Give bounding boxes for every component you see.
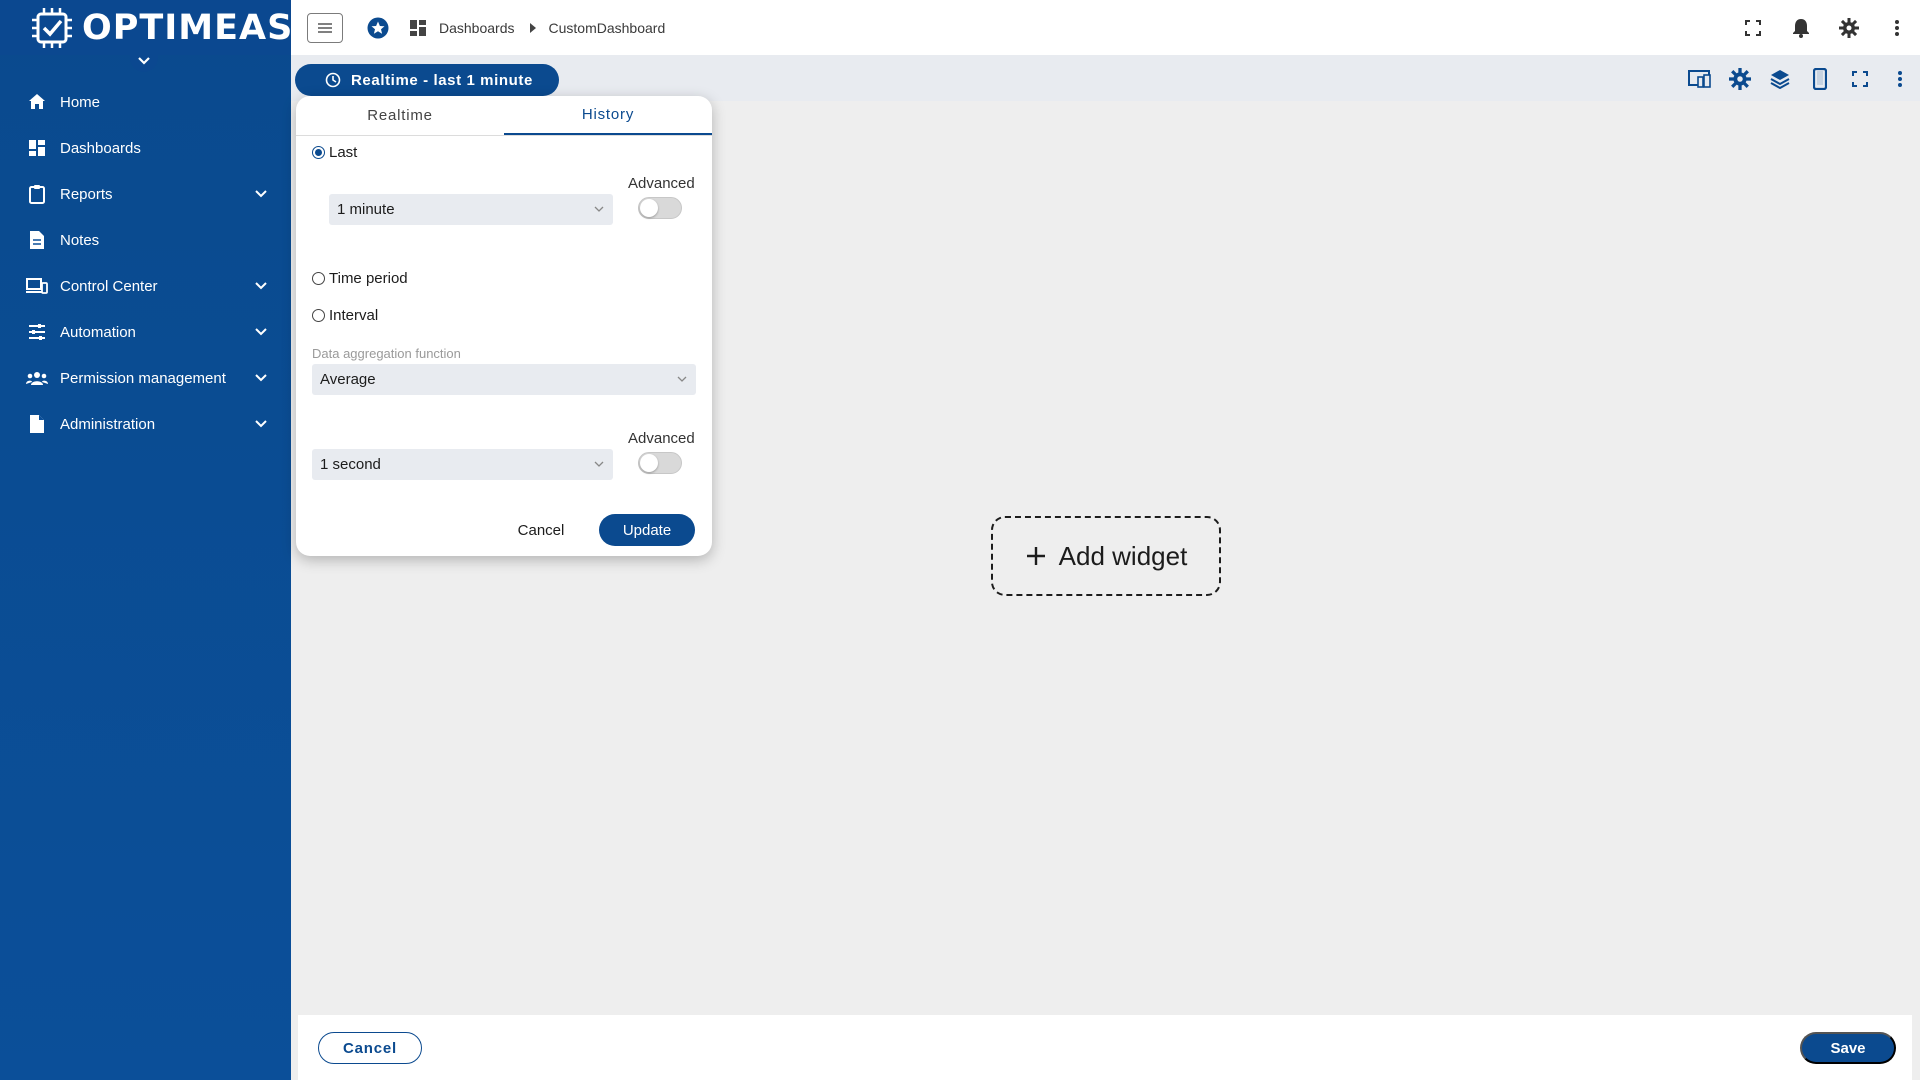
- home-icon: [26, 91, 48, 113]
- advanced-toggle-2[interactable]: [638, 452, 682, 474]
- advanced-label: Advanced: [628, 430, 695, 447]
- dashboard-settings-gear-icon[interactable]: [1726, 65, 1754, 93]
- chevron-down-icon: [255, 282, 267, 290]
- logo[interactable]: OPTIMEAS: [0, 0, 294, 55]
- sidebar-item-label: Administration: [60, 415, 156, 433]
- aggregation-value: Average: [320, 371, 376, 388]
- sidebar-item-control-center[interactable]: Control Center: [0, 263, 291, 309]
- radio-interval-label: Interval: [329, 307, 379, 324]
- save-button[interactable]: Save: [1800, 1032, 1896, 1064]
- tab-history[interactable]: History: [504, 96, 712, 135]
- radio-last[interactable]: [312, 146, 325, 159]
- more-vertical-icon[interactable]: [1886, 17, 1908, 39]
- chevron-down-icon: [677, 376, 687, 382]
- dashboard-icon: [409, 19, 427, 37]
- sidebar-item-label: Control Center: [60, 277, 158, 295]
- chevron-down-icon: [255, 420, 267, 428]
- advanced-toggle[interactable]: [638, 197, 682, 219]
- sidebar-item-label: Reports: [60, 185, 113, 203]
- plus-icon: [1026, 547, 1045, 565]
- breadcrumb-dashboards[interactable]: Dashboards: [439, 20, 515, 36]
- radio-last-label: Last: [329, 144, 358, 161]
- chevron-down-icon: [138, 57, 150, 65]
- chevron-down-icon: [594, 461, 604, 467]
- sidebar: OPTIMEAS Home Dashboards Reports Notes C…: [0, 0, 294, 1080]
- dashboard-tools: [1686, 65, 1914, 93]
- last-duration-select[interactable]: 1 minute: [329, 194, 613, 225]
- time-window-button[interactable]: Realtime - last 1 minute: [295, 64, 559, 96]
- popup-update-button[interactable]: Update: [599, 514, 695, 546]
- document-icon: [26, 413, 48, 435]
- grouping-interval-select[interactable]: 1 second: [312, 449, 613, 480]
- aggregation-select[interactable]: Average: [312, 364, 696, 395]
- popup-cancel-button[interactable]: Cancel: [506, 514, 576, 546]
- sidebar-item-administration[interactable]: Administration: [0, 401, 291, 447]
- sidebar-nav: Home Dashboards Reports Notes Control Ce…: [0, 79, 291, 447]
- sidebar-item-label: Automation: [60, 323, 136, 341]
- chevron-down-icon: [255, 190, 267, 198]
- logo-text: OPTIMEAS: [82, 7, 294, 48]
- dashboard-toolbar: Realtime - last 1 minute: [291, 55, 1920, 101]
- breadcrumb-custom-dashboard: CustomDashboard: [548, 19, 666, 36]
- users-icon: [26, 367, 48, 389]
- sidebar-item-label: Home: [60, 93, 101, 111]
- tab-realtime[interactable]: Realtime: [296, 96, 504, 135]
- add-widget-label: Add widget: [1058, 540, 1188, 571]
- top-bar: Dashboards CustomDashboard: [291, 0, 1920, 55]
- mobile-layout-icon[interactable]: [1806, 65, 1834, 93]
- footer-bar: Cancel Save: [298, 1015, 1912, 1080]
- radio-interval[interactable]: [312, 309, 325, 322]
- fullscreen-icon[interactable]: [1742, 17, 1764, 39]
- sidebar-item-label: Notes: [60, 231, 100, 249]
- add-widget-button[interactable]: Add widget: [991, 516, 1221, 596]
- bell-icon[interactable]: [1790, 17, 1812, 39]
- dashboard-icon: [26, 137, 48, 159]
- radio-interval-row[interactable]: Interval: [312, 307, 378, 324]
- layers-icon[interactable]: [1766, 65, 1794, 93]
- favorite-star-icon[interactable]: [367, 17, 389, 39]
- fullscreen-icon[interactable]: [1846, 65, 1874, 93]
- radio-time-period-label: Time period: [329, 270, 408, 287]
- chevron-down-icon: [255, 374, 267, 382]
- note-icon: [26, 229, 48, 251]
- sidebar-item-automation[interactable]: Automation: [0, 309, 291, 355]
- menu-toggle-button[interactable]: [307, 12, 343, 43]
- gear-icon[interactable]: [1838, 17, 1860, 39]
- caret-right-icon: [529, 22, 536, 33]
- time-window-tabs: Realtime History: [296, 96, 712, 136]
- collapse-sidebar-toggle[interactable]: [130, 50, 158, 72]
- radio-time-period[interactable]: [312, 272, 325, 285]
- clipboard-icon: [26, 183, 48, 205]
- sidebar-item-dashboards[interactable]: Dashboards: [0, 125, 291, 171]
- time-window-label: Realtime - last 1 minute: [351, 71, 533, 89]
- sidebar-item-reports[interactable]: Reports: [0, 171, 291, 217]
- advanced-label: Advanced: [628, 175, 695, 192]
- sidebar-item-notes[interactable]: Notes: [0, 217, 291, 263]
- top-actions: [1742, 0, 1908, 55]
- grouping-interval-value: 1 second: [320, 456, 381, 473]
- sidebar-item-permission-management[interactable]: Permission management: [0, 355, 291, 401]
- time-window-popup: Realtime History Last Advanced 1 minute …: [296, 96, 712, 556]
- radio-last-row[interactable]: Last: [312, 144, 357, 161]
- sidebar-item-label: Dashboards: [60, 139, 141, 157]
- radio-time-period-row[interactable]: Time period: [312, 270, 408, 287]
- hamburger-icon: [318, 22, 332, 33]
- sliders-icon: [26, 321, 48, 343]
- aggregation-label: Data aggregation function: [312, 346, 461, 361]
- cancel-button[interactable]: Cancel: [318, 1032, 422, 1064]
- clock-icon: [325, 72, 341, 88]
- last-duration-value: 1 minute: [337, 201, 395, 218]
- sidebar-item-home[interactable]: Home: [0, 79, 291, 125]
- chevron-down-icon: [255, 328, 267, 336]
- chevron-down-icon: [594, 206, 604, 212]
- more-vertical-icon[interactable]: [1886, 65, 1914, 93]
- devices-icon: [26, 275, 48, 297]
- chip-logo-icon: [30, 6, 74, 50]
- layouts-icon[interactable]: [1686, 65, 1714, 93]
- sidebar-item-label: Permission management: [60, 369, 226, 387]
